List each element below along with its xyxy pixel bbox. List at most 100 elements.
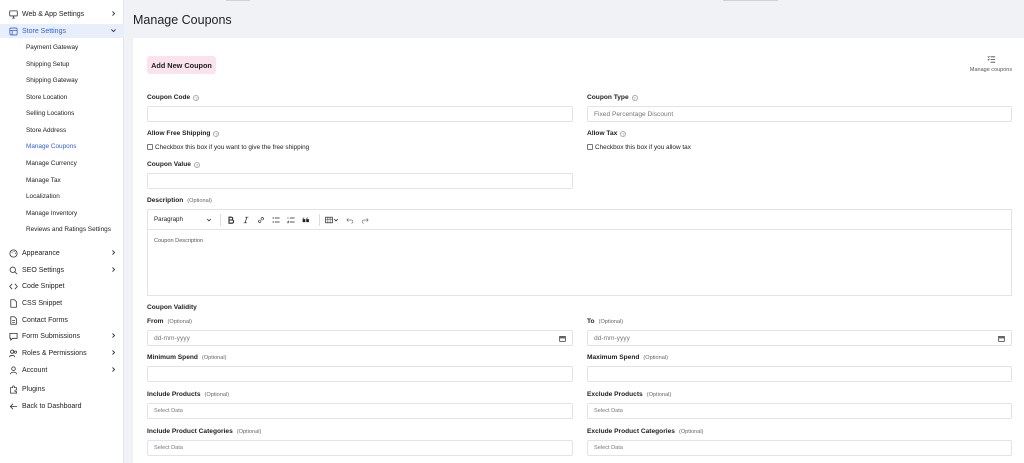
sidebar-subitem-store-address[interactable]: Store Address bbox=[26, 124, 66, 137]
sidebar-item-plugins[interactable]: Plugins bbox=[0, 382, 124, 396]
exclude-products-select[interactable]: Select Data bbox=[587, 403, 1012, 419]
sidebar-subitem-payment-gateway[interactable]: Payment Gateway bbox=[26, 41, 78, 54]
sidebar-item-account[interactable]: Account bbox=[0, 363, 124, 377]
optional-hint: (Optional) bbox=[646, 391, 672, 398]
sidebar-item-label: Roles & Permissions bbox=[22, 349, 87, 357]
sidebar-item-label: CSS Snippet bbox=[22, 299, 63, 307]
from-label: From (Optional) bbox=[147, 317, 192, 326]
document-icon bbox=[10, 315, 17, 325]
include-categories-select[interactable]: Select Data bbox=[147, 440, 573, 456]
undo-button[interactable] bbox=[344, 214, 355, 226]
optional-hint: (Optional) bbox=[678, 428, 704, 435]
sidebar-item-label: Appearance bbox=[22, 249, 60, 257]
exclude-categories-select[interactable]: Select Data bbox=[587, 440, 1012, 456]
exclude-categories-placeholder: Select Data bbox=[594, 445, 623, 451]
chevron-right-icon bbox=[112, 333, 116, 338]
include-products-select[interactable]: Select Data bbox=[147, 403, 573, 419]
free-shipping-checkbox[interactable] bbox=[147, 144, 153, 150]
bulleted-list-icon bbox=[272, 216, 280, 223]
description-label-text: Description bbox=[147, 197, 184, 204]
sidebar: Web & App Settings Store Settings Paymen… bbox=[0, 0, 124, 463]
sidebar-subitem-selling-locations[interactable]: Selling Locations bbox=[26, 107, 74, 120]
sidebar-item-label: Code Snippet bbox=[22, 282, 65, 290]
numbered-list-icon bbox=[286, 216, 295, 223]
coupon-code-input[interactable] bbox=[147, 106, 573, 122]
sidebar-item-store-settings[interactable]: Store Settings bbox=[0, 24, 124, 38]
allow-tax-checkbox[interactable] bbox=[587, 144, 593, 150]
coupon-type-label-text: Coupon Type bbox=[587, 94, 629, 101]
coupon-value-label: Coupon Value ? bbox=[147, 160, 200, 169]
user-icon bbox=[9, 365, 18, 374]
sidebar-item-back-to-dashboard[interactable]: Back to Dashboard bbox=[0, 399, 124, 413]
sidebar-item-seo-settings[interactable]: SEO Settings bbox=[0, 263, 124, 277]
calendar-icon[interactable] bbox=[559, 335, 566, 342]
sidebar-item-form-submissions[interactable]: Form Submissions bbox=[0, 329, 124, 343]
exclude-categories-label: Exclude Product Categories (Optional) bbox=[587, 427, 704, 436]
sidebar-subitem-manage-inventory[interactable]: Manage Inventory bbox=[26, 207, 77, 220]
to-date-input[interactable]: dd-mm-yyyy bbox=[587, 330, 1012, 346]
coupon-validity-heading: Coupon Validity bbox=[147, 304, 197, 311]
redo-button[interactable] bbox=[359, 214, 370, 226]
paragraph-format-select[interactable]: Paragraph bbox=[154, 216, 216, 223]
sidebar-subitem-store-location[interactable]: Store Location bbox=[26, 91, 67, 104]
help-icon[interactable]: ? bbox=[213, 130, 220, 137]
sidebar-subitem-localization[interactable]: Localization bbox=[26, 190, 60, 203]
to-label-text: To bbox=[587, 318, 595, 325]
allow-tax-checkbox-label: Checkbox this box if you allow tax bbox=[595, 143, 691, 151]
optional-hint: (Optional) bbox=[204, 391, 230, 398]
sidebar-subitem-shipping-setup[interactable]: Shipping Setup bbox=[26, 58, 69, 71]
sidebar-subitem-manage-currency[interactable]: Manage Currency bbox=[26, 157, 77, 170]
sidebar-item-label: Form Submissions bbox=[22, 332, 80, 340]
insert-table-button[interactable] bbox=[324, 214, 340, 226]
sidebar-item-label: Store Settings bbox=[22, 27, 66, 35]
sidebar-item-appearance[interactable]: Appearance bbox=[0, 246, 124, 260]
maximum-spend-input[interactable] bbox=[587, 366, 1012, 382]
sidebar-item-code-snippet[interactable]: Code Snippet bbox=[0, 279, 124, 293]
minimum-spend-input[interactable] bbox=[147, 366, 573, 382]
coupon-value-input[interactable] bbox=[147, 173, 573, 189]
help-icon[interactable]: ? bbox=[193, 161, 200, 168]
manage-coupons-link[interactable]: Manage coupons bbox=[966, 55, 1016, 77]
puzzle-icon bbox=[9, 385, 18, 393]
from-date-input[interactable]: dd-mm-yyyy bbox=[147, 330, 573, 346]
bulleted-list-button[interactable] bbox=[270, 214, 281, 226]
add-new-coupon-button[interactable]: Add New Coupon bbox=[147, 56, 216, 74]
sidebar-subitem-shipping-gateway[interactable]: Shipping Gateway bbox=[26, 74, 78, 87]
quote-icon bbox=[302, 216, 309, 222]
exclude-categories-label-text: Exclude Product Categories bbox=[587, 428, 675, 435]
help-icon[interactable]: ? bbox=[620, 130, 627, 137]
sidebar-item-label: Contact Forms bbox=[22, 316, 68, 324]
italic-button[interactable] bbox=[240, 214, 251, 226]
sidebar-subitem-manage-tax[interactable]: Manage Tax bbox=[26, 174, 61, 187]
sidebar-item-web-app-settings[interactable]: Web & App Settings bbox=[0, 7, 124, 21]
editor-content[interactable]: Coupon Description bbox=[148, 230, 1011, 252]
bold-button[interactable] bbox=[225, 214, 236, 226]
free-shipping-checkbox-row[interactable]: Checkbox this box if you want to give th… bbox=[147, 143, 309, 151]
manage-coupons-label: Manage coupons bbox=[969, 67, 1013, 73]
sidebar-item-roles-permissions[interactable]: Roles & Permissions bbox=[0, 346, 124, 360]
sidebar-subitem-reviews-ratings[interactable]: Reviews and Ratings Settings bbox=[26, 223, 111, 236]
paragraph-format-value: Paragraph bbox=[154, 216, 183, 223]
allow-tax-label: Allow Tax ? bbox=[587, 129, 627, 138]
calendar-icon[interactable] bbox=[998, 335, 1005, 342]
allow-tax-checkbox-row[interactable]: Checkbox this box if you allow tax bbox=[587, 143, 691, 151]
coupon-type-label: Coupon Type ? bbox=[587, 93, 638, 102]
coupon-type-select[interactable]: Fixed Percentage Discount bbox=[587, 106, 1012, 122]
exclude-products-placeholder: Select Data bbox=[594, 408, 623, 414]
sidebar-item-css-snippet[interactable]: CSS Snippet bbox=[0, 296, 124, 310]
optional-hint: (Optional) bbox=[598, 318, 624, 325]
help-icon[interactable]: ? bbox=[193, 94, 200, 101]
search-icon bbox=[9, 266, 18, 274]
users-icon bbox=[9, 349, 18, 357]
link-button[interactable] bbox=[255, 214, 266, 226]
to-date-placeholder: dd-mm-yyyy bbox=[594, 334, 630, 342]
blockquote-button[interactable] bbox=[300, 214, 311, 226]
numbered-list-button[interactable] bbox=[285, 214, 296, 226]
top-border-segment bbox=[723, 0, 778, 1]
sidebar-item-contact-forms[interactable]: Contact Forms bbox=[0, 313, 124, 327]
rich-text-editor[interactable]: Paragraph Coupon Description bbox=[147, 209, 1012, 296]
help-icon[interactable]: ? bbox=[631, 94, 638, 101]
sidebar-item-label: Web & App Settings bbox=[22, 10, 85, 18]
optional-hint: (Optional) bbox=[187, 197, 212, 204]
sidebar-subitem-manage-coupons[interactable]: Manage Coupons bbox=[26, 140, 76, 153]
